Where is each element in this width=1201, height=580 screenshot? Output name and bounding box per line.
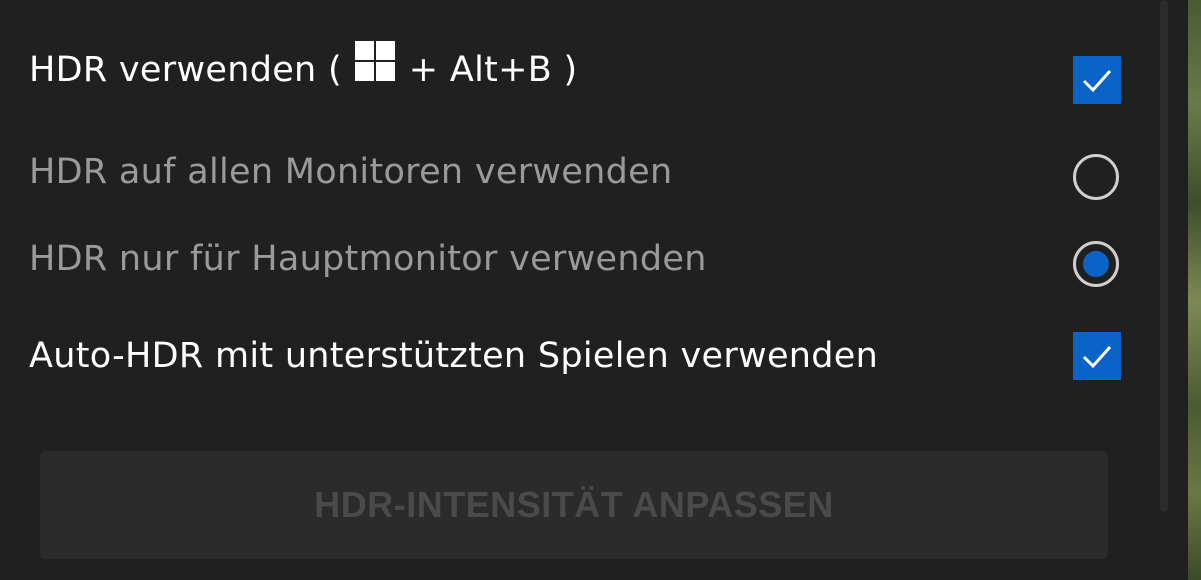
windows-logo-icon	[355, 41, 396, 81]
main-monitor-option-row[interactable]: HDR nur für Hauptmonitor verwenden	[29, 229, 1121, 289]
background-edge	[1188, 0, 1201, 580]
scrollbar-track[interactable]	[1172, 0, 1188, 580]
hdr-checkbox[interactable]	[1073, 56, 1121, 104]
adjust-hdr-intensity-button[interactable]: HDR-INTENSITÄT ANPASSEN	[40, 451, 1108, 559]
hdr-label-prefix: HDR verwenden (	[29, 50, 342, 90]
adjust-hdr-intensity-label: HDR-INTENSITÄT ANPASSEN	[314, 484, 834, 525]
main-monitor-radio[interactable]	[1073, 241, 1119, 287]
all-monitors-radio[interactable]	[1073, 154, 1119, 200]
all-monitors-option-row[interactable]: HDR auf allen Monitoren verwenden	[29, 142, 1121, 202]
hdr-toggle-row[interactable]: HDR verwenden ( + Alt+B )	[29, 40, 1121, 104]
hdr-toggle-label: HDR verwenden ( + Alt+B )	[29, 40, 577, 100]
auto-hdr-row[interactable]: Auto-HDR mit unterstützten Spielen verwe…	[29, 326, 1121, 386]
hdr-settings-panel: HDR verwenden ( + Alt+B ) HDR auf allen …	[0, 0, 1172, 580]
scrollbar-thumb[interactable]	[1160, 0, 1168, 512]
radio-selected-dot	[1083, 251, 1109, 277]
hdr-label-suffix: + Alt+B )	[408, 50, 578, 90]
auto-hdr-label: Auto-HDR mit unterstützten Spielen verwe…	[29, 336, 879, 376]
checkmark-icon	[1082, 345, 1112, 369]
all-monitors-label: HDR auf allen Monitoren verwenden	[29, 152, 673, 192]
auto-hdr-checkbox[interactable]	[1073, 332, 1121, 380]
checkmark-icon	[1082, 69, 1112, 93]
main-monitor-label: HDR nur für Hauptmonitor verwenden	[29, 239, 707, 279]
